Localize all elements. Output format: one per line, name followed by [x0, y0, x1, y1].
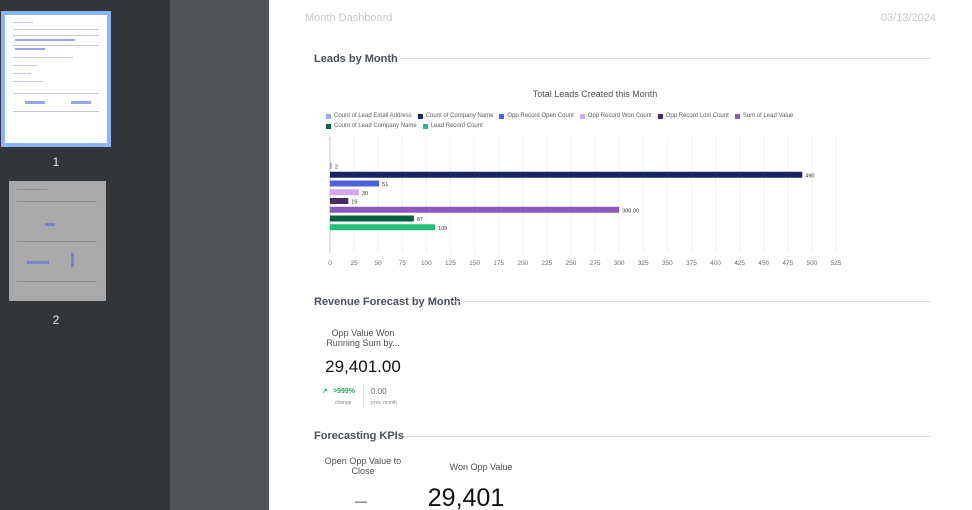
x-tick-label: 400	[710, 260, 721, 267]
bar[interactable]	[330, 180, 380, 187]
won-opp-label: Won Opp Value	[449, 462, 513, 472]
legend-swatch	[734, 113, 740, 119]
page-number: 2	[52, 313, 60, 327]
thumbnail-preview[interactable]	[1, 11, 111, 147]
x-tick-label: 75	[399, 260, 407, 267]
legend-label: Opp Record Won Count	[587, 113, 652, 119]
x-tick-label: 100	[421, 260, 432, 267]
legend-label: Count of Lead Company Name	[334, 123, 417, 129]
legend-swatch	[579, 113, 585, 119]
bar-data-label: 109	[438, 226, 447, 232]
x-tick-label: 450	[758, 260, 769, 267]
chart-title: Total Leads Created this Month	[532, 89, 658, 99]
bar-data-label: 87	[417, 217, 423, 223]
bar[interactable]	[330, 224, 436, 231]
section-title-leads: Leads by Month	[314, 53, 398, 65]
page-thumbnail-2[interactable]: 2	[5, 181, 107, 327]
won-opp-value: 29,401	[427, 484, 505, 510]
bar[interactable]	[330, 163, 332, 169]
x-tick-label: 325	[638, 260, 649, 267]
x-tick-label: 500	[806, 260, 817, 267]
trend-up-icon: ↗	[322, 388, 328, 395]
revenue-kpi-prev-caption: prev. month	[371, 400, 398, 406]
x-tick-label: 125	[445, 260, 456, 267]
thumbnail-sidebar: 1 2	[0, 0, 170, 510]
x-tick-label: 275	[590, 260, 601, 267]
open-opp-label: Open Opp Value to Close	[324, 456, 402, 476]
bar[interactable]	[330, 189, 359, 196]
legend-swatch	[499, 113, 505, 119]
legend-swatch	[417, 113, 423, 119]
x-tick-label: 150	[469, 260, 480, 267]
bar-data-label: 19	[351, 200, 357, 206]
x-tick-label: 375	[686, 260, 697, 267]
legend-item[interactable]: Count of Lead Email Address	[326, 113, 412, 119]
legend-item[interactable]: Count of Company Name	[417, 113, 494, 119]
revenue-kpi-change: >999%	[333, 388, 355, 395]
legend-label: Sum of Lead Value	[742, 113, 794, 119]
bar-data-label: 490	[805, 173, 814, 179]
x-tick-label: 225	[541, 260, 552, 267]
legend-label: Lead Record Count	[430, 123, 483, 129]
legend-item[interactable]: Count of Lead Company Name	[326, 123, 417, 129]
bar[interactable]	[330, 215, 414, 222]
page-thumbnail-1[interactable]: 1	[1, 11, 111, 169]
x-tick-label: 250	[566, 260, 577, 267]
legend-item[interactable]: Lead Record Count	[422, 123, 483, 129]
section-title-forecast: Forecasting KPIs	[314, 430, 404, 442]
x-tick-label: 425	[734, 260, 745, 267]
legend-label: Opp Record Open Count	[507, 113, 574, 119]
legend-item[interactable]: Sum of Lead Value	[734, 113, 794, 119]
x-tick-label: 25	[350, 260, 358, 267]
page-title: Month Dashboard	[305, 12, 393, 24]
legend-swatch	[422, 123, 428, 129]
x-tick-label: 175	[493, 260, 504, 267]
legend-item[interactable]: Opp Record Won Count	[579, 113, 652, 119]
revenue-kpi-change-caption: change	[335, 400, 352, 406]
bar[interactable]	[330, 171, 803, 178]
legend-item[interactable]: Opp Record Open Count	[499, 113, 574, 119]
section-divider	[452, 301, 931, 302]
legend-label: Count of Company Name	[425, 113, 494, 119]
bar-chart: 0 25 50 75 100 125 150 175 200 225 250 275 300 325 350…	[328, 137, 842, 267]
bar[interactable]	[330, 198, 349, 204]
legend-label: Opp Record Lost Count	[665, 113, 729, 119]
x-tick-label: 525	[831, 260, 842, 267]
page-number: 1	[52, 155, 60, 169]
legend-item[interactable]: Opp Record Lost Count	[657, 113, 729, 119]
x-tick-label: 50	[375, 260, 383, 267]
bar[interactable]	[330, 206, 620, 213]
bar-data-label: 30	[362, 191, 368, 197]
legend-swatch	[326, 113, 331, 119]
section-divider	[404, 436, 931, 437]
document-gutter	[170, 0, 269, 510]
revenue-kpi-label: Opp Value Won Running Sum by...	[326, 328, 400, 348]
section-divider	[400, 58, 931, 59]
page-date: 03/13/2024	[880, 12, 936, 24]
x-tick-label: 475	[782, 260, 793, 267]
x-tick-label: 200	[517, 260, 528, 267]
x-tick-label: 0	[328, 260, 332, 267]
bar-data-label: 300.00	[622, 208, 639, 214]
document-page: Month Dashboard 03/13/2024 Leads by Mont…	[269, 0, 972, 510]
bar-data-label: 51	[382, 182, 388, 188]
x-tick-label: 350	[662, 260, 673, 267]
thumbnail-preview[interactable]	[9, 181, 106, 301]
chart-legend: Count of Lead Email Address Count of Comp…	[326, 113, 826, 133]
kpi-separator	[363, 385, 364, 407]
legend-label: Count of Lead Email Address	[334, 113, 412, 119]
revenue-kpi-value: 29,401.00	[325, 357, 401, 376]
revenue-kpi-prev-value: 0.00	[371, 387, 387, 396]
section-title-revenue: Revenue Forecast by Month	[314, 296, 461, 308]
legend-swatch	[326, 123, 331, 129]
x-tick-label: 300	[614, 260, 625, 267]
legend-swatch	[657, 113, 663, 119]
bar-data-label: 2	[335, 165, 338, 171]
open-opp-value: –	[355, 488, 368, 510]
